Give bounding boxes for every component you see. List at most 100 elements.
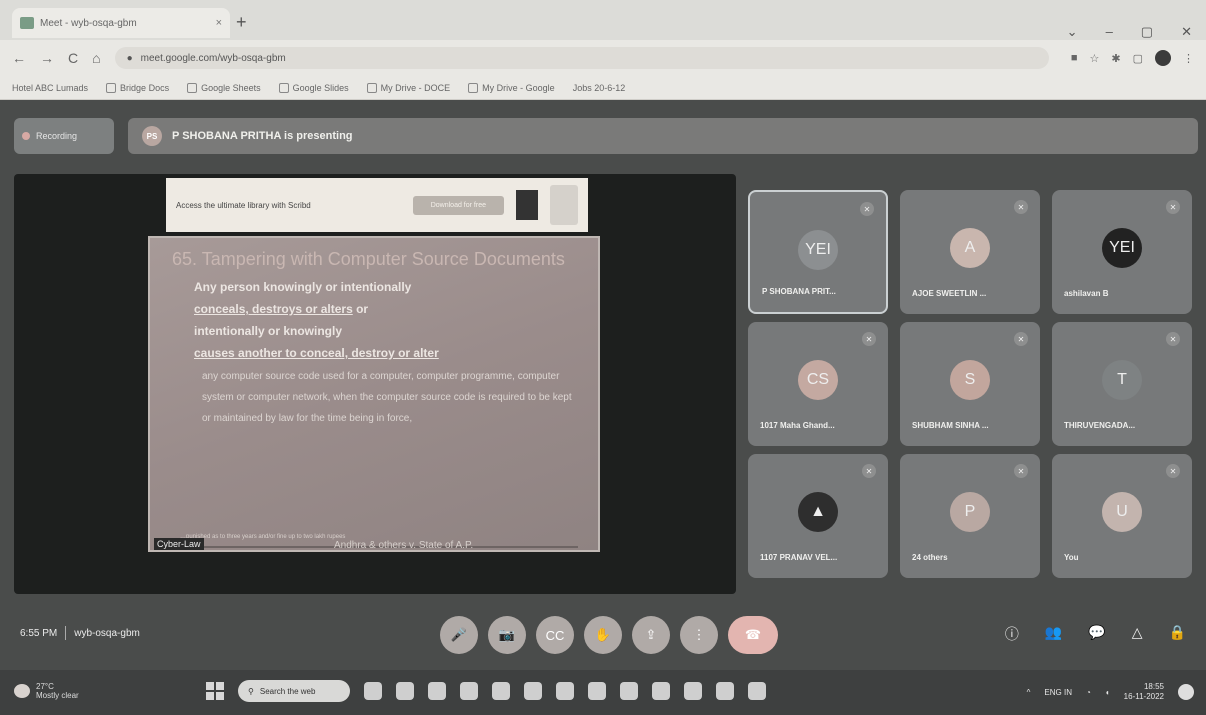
people-icon[interactable]: 👥 <box>1045 624 1062 644</box>
presenting-banner: PS P SHOBANA PRITHA is presenting <box>128 118 1198 154</box>
bookmark-item[interactable]: Google Slides <box>278 82 349 93</box>
raise-hand-button[interactable]: ✋ <box>584 616 622 654</box>
file-explorer-icon[interactable] <box>428 682 446 700</box>
bookmark-item[interactable]: My Drive - DOCE <box>366 82 450 93</box>
host-controls-icon[interactable]: 🔒 <box>1169 624 1186 644</box>
slide-title: 65. Tampering with Computer Source Docum… <box>172 249 565 269</box>
ad-download-button[interactable]: Download for free <box>412 195 504 215</box>
participant-tile[interactable]: ✕ CS 1017 Maha Ghand... <box>748 322 888 446</box>
recording-label: Recording <box>36 131 78 141</box>
profile-avatar[interactable] <box>1155 50 1171 66</box>
participant-tile[interactable]: ✕ S SHUBHAM SINHA ... <box>900 322 1040 446</box>
more-options-button[interactable]: ⋮ <box>680 616 718 654</box>
app-icon[interactable] <box>620 682 638 700</box>
chat-app-icon[interactable] <box>396 682 414 700</box>
menu-icon[interactable]: ⋮ <box>1183 52 1194 65</box>
mic-muted-icon: ✕ <box>860 202 874 216</box>
home-button[interactable]: ⌂ <box>92 50 100 66</box>
wifi-icon[interactable]: ◔ <box>1086 688 1091 697</box>
url-bar[interactable]: ● meet.google.com/wyb-osqa-gbm <box>114 47 1049 69</box>
windows-taskbar: 27°C Mostly clear ⚲ Search the web ^ ENG… <box>0 670 1206 715</box>
bookmark-item[interactable]: Hotel ABC Lumads <box>12 83 88 93</box>
app-icon[interactable] <box>556 682 574 700</box>
word-icon[interactable] <box>748 682 766 700</box>
lang-indicator[interactable]: ENG IN <box>1044 688 1072 697</box>
participant-tile[interactable]: ✕ YEI ashilavan B <box>1052 190 1192 314</box>
meet-side-controls: ⓘ 👥 💬 △ 🔒 <box>1005 624 1186 644</box>
mic-muted-icon: ✕ <box>1166 332 1180 346</box>
site-info-icon[interactable]: ● <box>127 53 133 64</box>
bookmark-item[interactable]: Jobs 20-6-12 <box>573 83 626 93</box>
bookmarks-bar: Hotel ABC Lumads Bridge Docs Google Shee… <box>0 76 1206 100</box>
app-icon[interactable] <box>588 682 606 700</box>
presenting-text: P SHOBANA PRITHA is presenting <box>172 130 353 142</box>
participant-name: You <box>1064 553 1079 562</box>
close-window-button[interactable]: ✕ <box>1181 24 1192 40</box>
edge-icon[interactable] <box>460 682 478 700</box>
scribd-ad-banner[interactable]: Access the ultimate library with Scribd … <box>166 178 588 232</box>
clock-time: 18:55 <box>1143 682 1164 691</box>
chrome-icon[interactable] <box>684 682 702 700</box>
participant-avatar: T <box>1102 360 1142 400</box>
meeting-details-icon[interactable]: ⓘ <box>1005 624 1019 644</box>
bookmark-item[interactable]: Bridge Docs <box>106 82 169 93</box>
puzzle-icon[interactable]: ✱ <box>1111 52 1120 65</box>
participant-tile[interactable]: ✕ A AJOE SWEETLIN ... <box>900 190 1040 314</box>
participant-tile[interactable]: ✕ P 24 others <box>900 454 1040 578</box>
app-icon[interactable] <box>524 682 542 700</box>
minimize-button[interactable]: – <box>1106 24 1113 40</box>
app-icon[interactable] <box>652 682 670 700</box>
bookmark-star-icon[interactable]: ☆ <box>1090 52 1100 65</box>
slide-lead-underlined: causes another to conceal, destroy or al… <box>194 346 439 360</box>
slides-icon <box>278 82 289 93</box>
tab-meet[interactable]: Meet - wyb-osqa-gbm × <box>12 8 230 38</box>
participant-tile[interactable]: ✕ U You <box>1052 454 1192 578</box>
slide-lead-underlined: conceals, destroys or alters <box>194 302 353 316</box>
back-button[interactable]: ← <box>12 50 26 66</box>
captions-button[interactable]: CC <box>536 616 574 654</box>
maximize-button[interactable]: ▢ <box>1141 24 1153 40</box>
tab-title: Meet - wyb-osqa-gbm <box>40 17 137 29</box>
weather-widget[interactable]: 27°C Mostly clear <box>14 682 79 700</box>
mic-muted-icon: ✕ <box>862 464 876 478</box>
participant-avatar: YEI <box>1102 228 1142 268</box>
reload-button[interactable]: C <box>68 50 78 66</box>
participant-tile[interactable]: ✕ T THIRUVENGADA... <box>1052 322 1192 446</box>
participant-name: 1017 Maha Ghand... <box>760 421 835 430</box>
windows-start-icon[interactable] <box>206 682 224 700</box>
weather-desc: Mostly clear <box>36 691 79 700</box>
forward-button[interactable]: → <box>40 50 54 66</box>
mic-button[interactable]: 🎤 <box>440 616 478 654</box>
meeting-info: 6:55 PM wyb-osqa-gbm <box>20 626 140 640</box>
notification-icon[interactable] <box>1178 684 1194 700</box>
mic-muted-icon: ✕ <box>1014 332 1028 346</box>
chat-icon[interactable]: 💬 <box>1088 624 1105 644</box>
store-icon[interactable] <box>492 682 510 700</box>
clock-date: 16-11-2022 <box>1123 692 1164 701</box>
participant-tile[interactable]: ✕ YEI P SHOBANA PRIT... <box>748 190 888 314</box>
call-controls: 🎤 📷 CC ✋ ⇪ ⋮ ☎ <box>440 616 778 654</box>
present-button[interactable]: ⇪ <box>632 616 670 654</box>
app-icon[interactable] <box>716 682 734 700</box>
tray-chevron-icon[interactable]: ^ <box>1027 688 1031 697</box>
slide-caption-right: Andhra & others v. State of A.P. <box>334 540 474 551</box>
activities-icon[interactable]: △ <box>1132 624 1143 644</box>
recording-badge[interactable]: Recording <box>14 118 114 154</box>
slide-lead-line: intentionally or knowingly <box>194 324 343 338</box>
volume-icon[interactable]: ◖ <box>1105 688 1110 697</box>
sidepanel-icon[interactable]: ▢ <box>1133 52 1143 65</box>
task-view-icon[interactable] <box>364 682 382 700</box>
bookmark-item[interactable]: My Drive - Google <box>468 82 555 93</box>
camera-button[interactable]: 📷 <box>488 616 526 654</box>
clock[interactable]: 18:55 16-11-2022 <box>1124 682 1164 702</box>
taskbar-search[interactable]: ⚲ Search the web <box>238 680 350 702</box>
taskbar-apps: ⚲ Search the web <box>206 680 766 702</box>
new-tab-button[interactable]: + <box>236 12 247 33</box>
bookmark-item[interactable]: Google Sheets <box>187 82 261 93</box>
participant-tile[interactable]: ✕ ▲ 1107 PRANAV VEL... <box>748 454 888 578</box>
extension-icon[interactable]: ■ <box>1071 52 1078 64</box>
tab-close-icon[interactable]: × <box>216 17 222 29</box>
leave-call-button[interactable]: ☎ <box>728 616 778 654</box>
tab-search-icon[interactable]: ⌄ <box>1067 24 1078 40</box>
recording-dot-icon <box>22 132 30 140</box>
